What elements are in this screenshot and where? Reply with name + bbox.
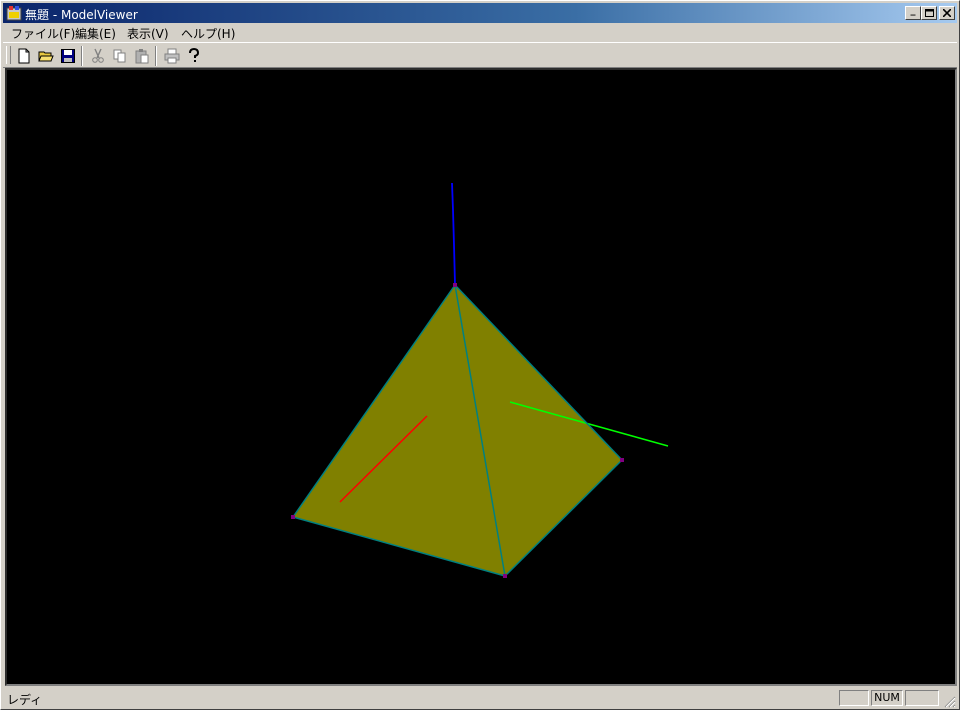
pyramid-vertex[interactable]: [291, 515, 295, 519]
z-axis-line: [451, 182, 456, 286]
menu-bar: ファイル(F) 編集(E) 表示(V) ヘルプ(H): [3, 23, 957, 41]
paste-icon: [135, 49, 149, 64]
copy-icon: [113, 49, 126, 63]
open-button[interactable]: [35, 46, 57, 66]
cut-icon: [92, 48, 104, 63]
toolbar-separator: [155, 46, 157, 66]
maximize-icon: [924, 9, 934, 17]
maximize-button[interactable]: [921, 6, 937, 20]
copy-button[interactable]: [109, 46, 131, 66]
menu-help[interactable]: ヘルプ(H): [181, 25, 235, 42]
paste-button[interactable]: [131, 46, 153, 66]
toolbar-grip[interactable]: [6, 46, 11, 64]
new-file-icon: [18, 48, 30, 64]
open-folder-icon: [38, 51, 54, 62]
menu-edit[interactable]: 編集(E): [75, 25, 116, 42]
toolbar: [3, 42, 957, 68]
save-icon: [61, 49, 75, 63]
status-bar: レディ NUM: [3, 689, 957, 709]
3d-viewport[interactable]: [5, 68, 957, 686]
pyramid-vertex[interactable]: [453, 283, 457, 287]
status-pane-num: NUM: [871, 690, 903, 706]
resize-grip-icon[interactable]: [944, 696, 956, 708]
print-icon: [164, 48, 180, 64]
cut-button[interactable]: [87, 46, 109, 66]
save-button[interactable]: [57, 46, 79, 66]
status-pane-scroll: [905, 690, 939, 706]
minimize-icon: _: [910, 5, 916, 16]
window-title: 無題 - ModelViewer: [25, 8, 138, 22]
close-icon: [943, 9, 951, 17]
title-bar[interactable]: 無題 - ModelViewer _: [3, 3, 957, 23]
status-text: レディ: [7, 693, 43, 707]
pyramid-vertex[interactable]: [503, 574, 507, 578]
app-icon[interactable]: [6, 5, 22, 21]
pyramid-vertex[interactable]: [620, 458, 624, 462]
menu-view[interactable]: 表示(V): [127, 25, 169, 42]
minimize-button[interactable]: _: [905, 6, 921, 20]
print-button[interactable]: [161, 46, 183, 66]
help-icon: [189, 48, 200, 62]
toolbar-separator: [81, 46, 83, 66]
close-button[interactable]: [939, 6, 955, 20]
new-button[interactable]: [13, 46, 35, 66]
app-window: 無題 - ModelViewer _ ファイル(F) 編集(E) 表示(V) ヘ…: [0, 0, 960, 710]
menu-file[interactable]: ファイル(F): [11, 25, 75, 42]
help-button[interactable]: [183, 46, 205, 66]
status-pane-caps: [839, 690, 869, 706]
scene-canvas[interactable]: [7, 70, 955, 684]
